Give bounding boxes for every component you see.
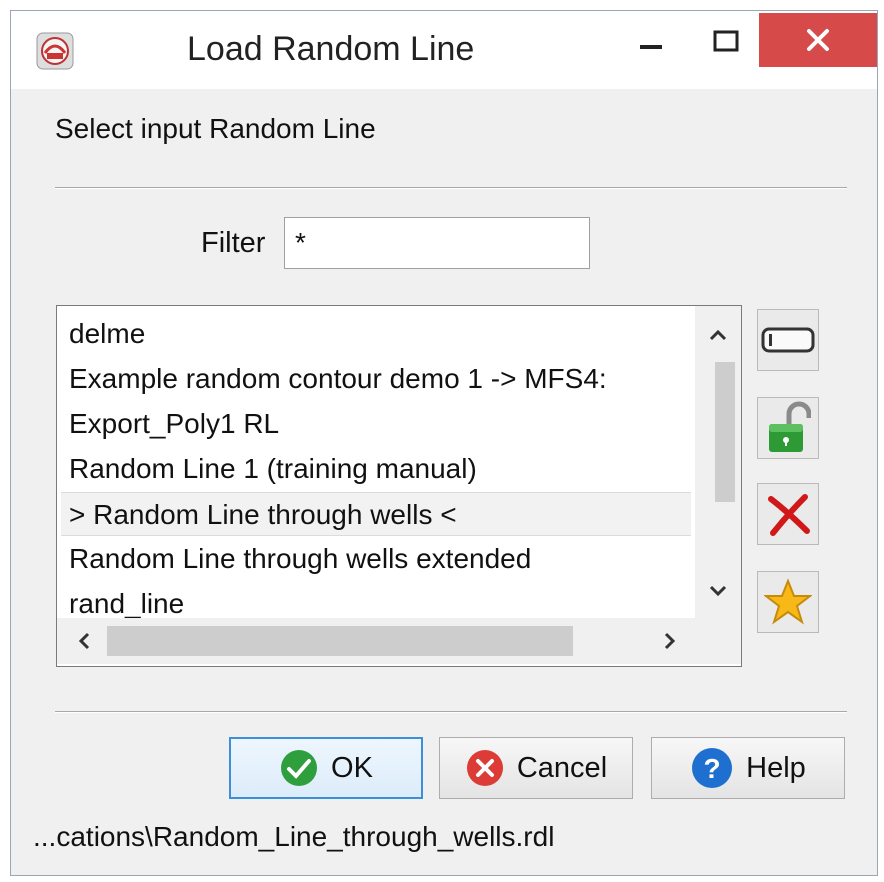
horizontal-scroll-thumb[interactable]	[107, 626, 573, 656]
favorite-button[interactable]	[757, 571, 819, 633]
window-title: Load Random Line	[187, 30, 475, 68]
scroll-left-button[interactable]	[69, 626, 99, 656]
prompt-label: Select input Random Line	[55, 113, 376, 144]
unlock-icon	[769, 401, 811, 452]
maximize-button[interactable]	[691, 17, 761, 67]
list-item[interactable]: rand_line	[61, 582, 691, 618]
minimize-icon	[640, 45, 662, 49]
delete-x-icon	[768, 494, 810, 536]
list-viewport: delme Example random contour demo 1 -> M…	[57, 306, 695, 618]
list-item[interactable]: Random Line 1 (training manual)	[61, 447, 691, 491]
star-icon	[764, 578, 812, 625]
list-item[interactable]: Example random contour demo 1 -> MFS4:	[61, 357, 691, 401]
app-logo-icon	[35, 31, 75, 71]
cancel-x-icon	[466, 750, 503, 786]
rename-field-icon	[761, 327, 815, 353]
chevron-left-icon	[78, 632, 90, 650]
delete-button[interactable]	[757, 483, 819, 545]
chevron-up-icon	[709, 329, 727, 341]
cancel-button[interactable]: Cancel	[439, 737, 633, 799]
close-button[interactable]	[759, 13, 877, 67]
svg-text:?: ?	[704, 753, 721, 784]
rename-button[interactable]	[757, 309, 819, 371]
minimize-button[interactable]	[611, 17, 691, 67]
bottom-divider	[55, 711, 847, 713]
ok-label: OK	[331, 751, 373, 784]
dialog-window: Load Random Line Select input Random Lin…	[10, 10, 878, 876]
scroll-corner	[695, 618, 741, 664]
vertical-scroll-thumb[interactable]	[715, 362, 735, 502]
filter-label: Filter	[201, 227, 266, 259]
close-icon	[807, 29, 829, 51]
cancel-label: Cancel	[516, 751, 608, 784]
title-bar[interactable]: Load Random Line	[11, 11, 877, 89]
scroll-down-button[interactable]	[703, 576, 733, 606]
top-divider	[55, 187, 847, 189]
list-item[interactable]: Export_Poly1 RL	[61, 402, 691, 446]
list-item-selected[interactable]: > Random Line through wells <	[61, 492, 691, 536]
chevron-down-icon	[709, 585, 727, 597]
help-button[interactable]: ? Help	[651, 737, 845, 799]
file-path-status: ...cations\Random_Line_through_wells.rdl	[33, 821, 555, 852]
ok-button[interactable]: OK	[229, 737, 423, 799]
list-item[interactable]: Random Line through wells extended	[61, 537, 691, 581]
unlock-button[interactable]	[757, 397, 819, 459]
help-label: Help	[746, 751, 806, 784]
list-item[interactable]: delme	[61, 312, 691, 356]
checkmark-icon	[281, 750, 318, 786]
help-question-icon: ?	[692, 748, 733, 788]
maximize-icon	[713, 30, 739, 52]
chevron-right-icon	[664, 632, 676, 650]
scroll-right-button[interactable]	[655, 626, 685, 656]
scroll-up-button[interactable]	[703, 320, 733, 350]
filter-input[interactable]	[284, 217, 590, 269]
random-line-list[interactable]: delme Example random contour demo 1 -> M…	[56, 305, 742, 667]
